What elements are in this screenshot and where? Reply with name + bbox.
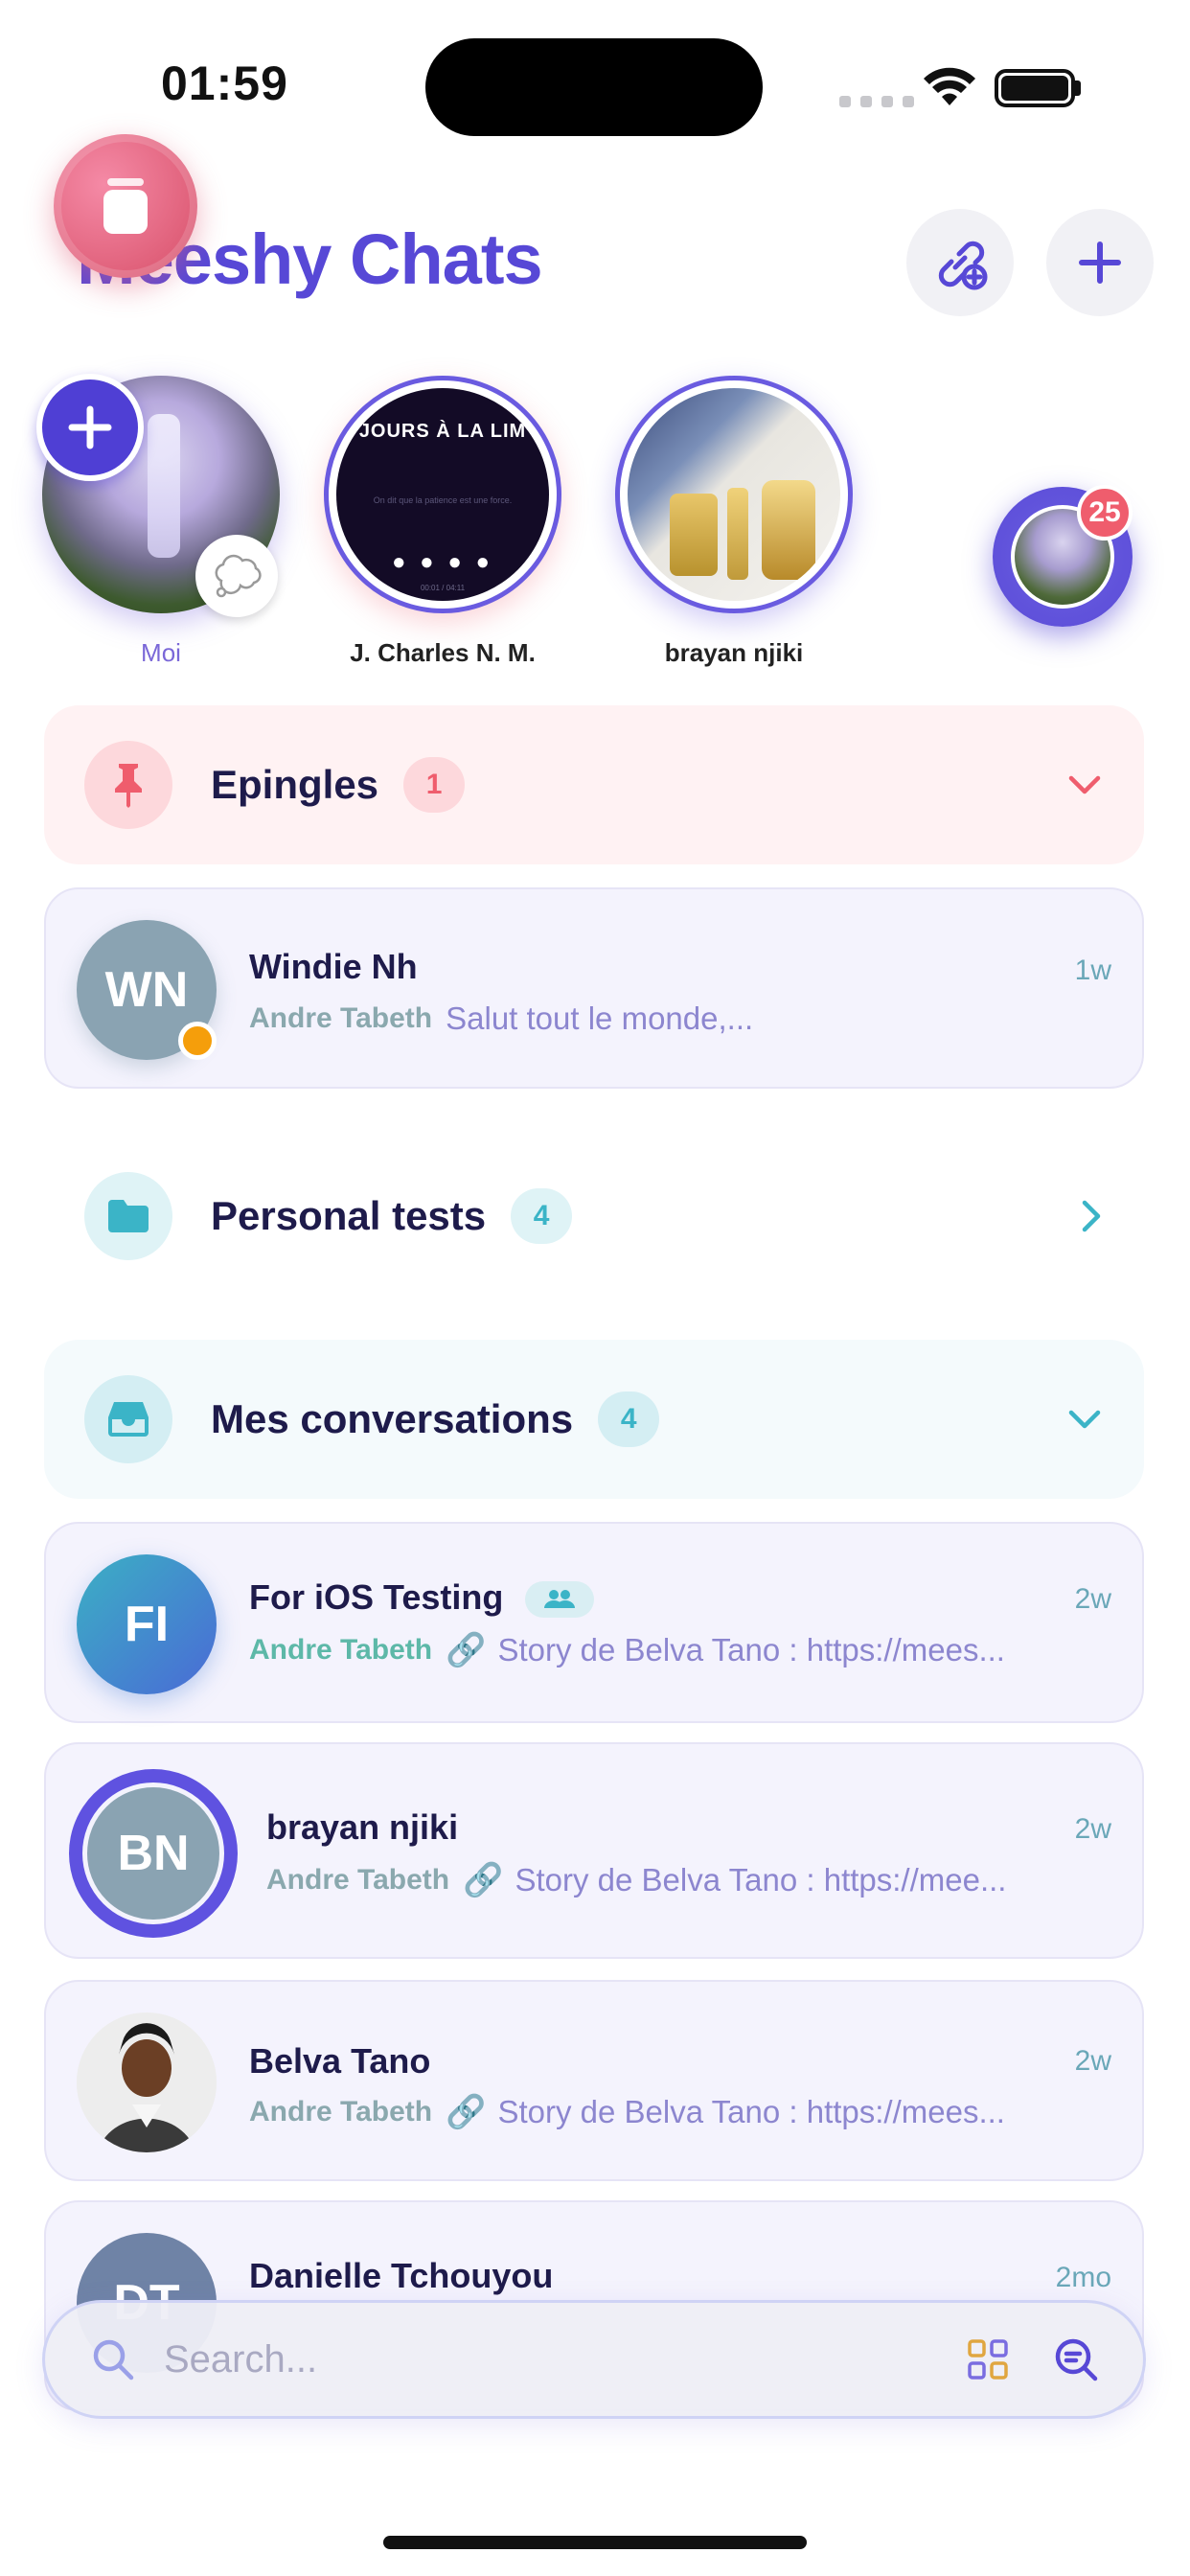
chevron-down-icon xyxy=(1068,1410,1101,1429)
section-title: Mes conversations xyxy=(211,1396,574,1441)
chat-name: Danielle Tchouyou xyxy=(249,2256,554,2295)
story-thumb-progress: 00:01 / 04:11 xyxy=(420,584,466,592)
link-icon: 🔗 xyxy=(446,2094,487,2130)
home-indicator xyxy=(383,2536,807,2549)
chat-preview: Andre Tabeth 🔗 Story de Belva Tano : htt… xyxy=(249,1631,1111,1669)
chat-row-brayan[interactable]: BN brayan njiki 2w Andre Tabeth 🔗 Story … xyxy=(44,1742,1144,1959)
plus-icon xyxy=(1079,242,1121,284)
search-input[interactable]: Search... xyxy=(164,2338,317,2381)
section-title: Personal tests xyxy=(211,1193,487,1238)
chat-name: Windie Nh xyxy=(249,947,418,986)
chevron-right-icon xyxy=(1082,1200,1101,1232)
grid-view-icon[interactable] xyxy=(967,2338,1009,2380)
preview-text: Salut tout le monde,... xyxy=(446,1000,754,1036)
chat-name: For iOS Testing xyxy=(249,1577,504,1617)
preview-text: Story de Belva Tano : https://mees... xyxy=(497,2094,1005,2129)
story-label: J. Charles N. M. xyxy=(350,638,536,667)
search-messages-icon[interactable] xyxy=(1053,2336,1099,2382)
avatar: BN xyxy=(82,1782,224,1924)
link-icon: 🔗 xyxy=(463,1862,504,1898)
plus-icon xyxy=(68,405,112,449)
sender-name: Andre Tabeth xyxy=(249,1002,433,1034)
chat-time: 2w xyxy=(1074,2045,1111,2077)
section-count: 4 xyxy=(511,1188,573,1244)
battery-icon xyxy=(995,69,1075,107)
chat-time: 2w xyxy=(1074,1813,1111,1845)
trash-button[interactable] xyxy=(54,134,197,278)
chat-preview: Andre Tabeth 🔗 Story de Belva Tano : htt… xyxy=(266,1861,1110,1899)
section-title: Epingles xyxy=(211,762,379,807)
unread-badge: 25 xyxy=(1077,485,1133,540)
add-story-button[interactable] xyxy=(36,374,144,481)
sender-name: Andre Tabeth xyxy=(249,1634,433,1666)
avatar: FI xyxy=(77,1554,217,1694)
story-thumb-title: JOURS À LA LIM xyxy=(358,421,527,442)
sender-name: Andre Tabeth xyxy=(266,1864,450,1896)
group-badge xyxy=(525,1581,594,1618)
thought-bubble-icon xyxy=(215,554,262,598)
chat-time: 1w xyxy=(1074,954,1111,986)
new-chat-button[interactable] xyxy=(1046,209,1154,316)
chat-preview: Andre Tabeth Salut tout le monde,... xyxy=(249,1000,1111,1037)
trash-icon xyxy=(103,178,148,234)
status-time: 01:59 xyxy=(161,57,288,110)
folder-icon xyxy=(84,1172,172,1260)
chat-name: Belva Tano xyxy=(249,2041,431,2081)
chat-name: brayan njiki xyxy=(266,1807,459,1847)
chat-time: 2w xyxy=(1074,1583,1111,1615)
link-icon: 🔗 xyxy=(446,1632,487,1668)
preview-text: Story de Belva Tano : https://mee... xyxy=(515,1862,1007,1898)
signal-dots-icon xyxy=(839,96,914,107)
chat-row-belva[interactable]: Belva Tano 2w Andre Tabeth 🔗 Story de Be… xyxy=(44,1980,1144,2181)
preview-text: Story de Belva Tano : https://mees... xyxy=(497,1632,1005,1668)
story-thumb-dots: ● ● ● ● xyxy=(392,549,493,575)
story-j-charles[interactable]: JOURS À LA LIM On dit que la patience es… xyxy=(318,376,567,668)
section-count: 1 xyxy=(403,757,466,813)
section-personal-tests[interactable]: Personal tests 4 xyxy=(44,1137,1144,1296)
chat-preview: Andre Tabeth 🔗 Story de Belva Tano : htt… xyxy=(249,2093,1111,2131)
section-count: 4 xyxy=(598,1392,660,1447)
story-label: Moi xyxy=(141,638,181,667)
chat-row-windie[interactable]: WN Windie Nh 1w Andre Tabeth Salut tout … xyxy=(44,887,1144,1089)
avatar-photo xyxy=(77,2012,217,2152)
link-add-icon xyxy=(938,241,988,290)
inbox-icon xyxy=(84,1375,172,1463)
sender-name: Andre Tabeth xyxy=(249,2096,433,2128)
mood-status-button[interactable] xyxy=(195,535,278,617)
story-thumb-caption: On dit que la patience est une force. xyxy=(373,495,513,505)
wifi-icon xyxy=(924,67,975,105)
battery-tip xyxy=(1075,80,1081,96)
search-icon xyxy=(93,2339,134,2380)
away-status-dot xyxy=(178,1022,217,1060)
story-label: brayan njiki xyxy=(664,638,804,667)
section-my-conversations[interactable]: Mes conversations 4 xyxy=(44,1340,1144,1499)
chevron-down-icon xyxy=(1068,775,1101,794)
dynamic-island xyxy=(425,38,763,136)
story-thumbnail: JOURS À LA LIM On dit que la patience es… xyxy=(324,376,561,613)
story-thumbnail xyxy=(615,376,853,613)
chat-row-ios-testing[interactable]: FI For iOS Testing 2w Andre Tabeth 🔗 Sto… xyxy=(44,1522,1144,1723)
pin-icon xyxy=(84,741,172,829)
group-icon xyxy=(544,1590,575,1608)
search-bar[interactable]: Search... xyxy=(42,2300,1146,2419)
section-pinned[interactable]: Epingles 1 xyxy=(44,705,1144,864)
story-brayan[interactable]: brayan njiki xyxy=(609,376,858,668)
join-link-button[interactable] xyxy=(906,209,1014,316)
chat-time: 2mo xyxy=(1055,2262,1111,2293)
